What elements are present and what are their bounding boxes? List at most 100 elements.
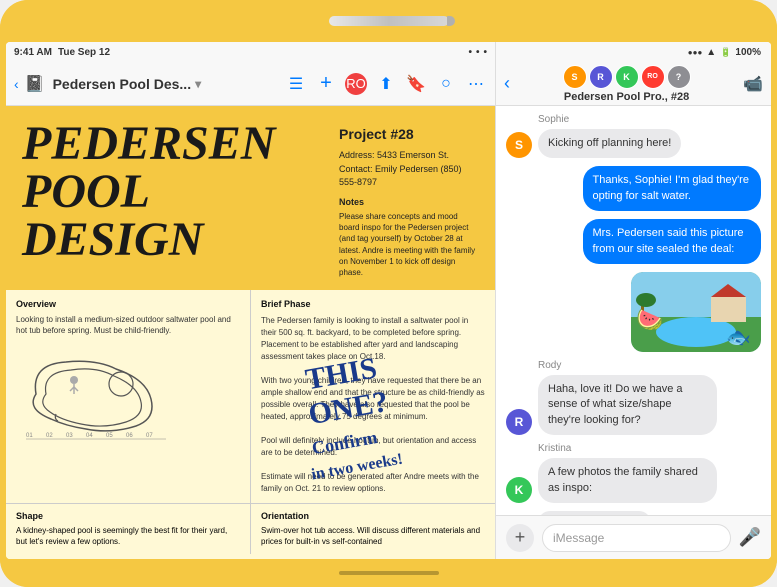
shape-title: Shape [16, 510, 240, 523]
pool-sketch-svg: 01 02 03 04 05 06 07 [16, 344, 176, 444]
notes-back-button[interactable]: ‹ [14, 76, 19, 92]
group-avatars: S R K RO ? [563, 65, 691, 89]
svg-text:01: 01 [26, 433, 33, 439]
more-icon[interactable]: ⋯ [465, 73, 487, 95]
notes-title-chevron[interactable]: ▾ [195, 77, 201, 91]
pool-image: 🍉 🐟 [631, 272, 761, 352]
notes-app: 9:41 AM Tue Sep 12 • • • ‹ 📓 Pedersen Po… [6, 42, 496, 559]
msg-content-image: 🍉 🐟 [631, 272, 761, 352]
msg-content-kristina-1: Kristina A few photos the family shared … [538, 443, 717, 503]
notes-label: Notes [339, 196, 479, 210]
avatar-sophie-msg: S [506, 132, 532, 158]
notes-right-col: Brief Phase The Pedersen family is looki… [251, 290, 495, 503]
shape-text: A kidney-shaped pool is seemingly the be… [16, 525, 240, 547]
video-call-button[interactable]: 📹 [743, 74, 763, 94]
wifi-icon: ▲ [706, 47, 716, 58]
messages-group-name: Pedersen Pool Pro., #28 [564, 91, 689, 103]
messages-back-button[interactable]: ‹ [504, 73, 510, 94]
notes-date: Tue Sep 12 [58, 47, 110, 58]
dot3: • [483, 47, 487, 58]
bottom-bezel [0, 559, 777, 587]
kristina-sender: Kristina [538, 443, 717, 454]
svg-text:🍉: 🍉 [636, 307, 663, 332]
svg-text:04: 04 [86, 433, 93, 439]
share-icon[interactable]: ⬆ [375, 73, 397, 95]
avatar-kristina: K [615, 65, 639, 89]
dots-menu: • • • [468, 47, 487, 58]
message-row-rody: R Rody Haha, love it! Do we have a sense… [506, 360, 761, 435]
svg-text:🐟: 🐟 [726, 327, 751, 349]
notes-body-row: Overview Looking to install a medium-siz… [6, 290, 495, 503]
add-icon[interactable]: + [315, 73, 337, 95]
messages-toolbar-center: S R K RO ? Pedersen Pool Pro., #28 [516, 65, 737, 103]
messages-add-button[interactable]: + [506, 524, 534, 552]
notes-title-text: Pedersen Pool Des... [53, 76, 192, 92]
list-icon[interactable]: ☰ [285, 73, 307, 95]
overview-title: Overview [16, 298, 240, 311]
notes-title: Pedersen Pool Des... ▾ [53, 76, 202, 92]
msg-content-sophie: Sophie Kicking off planning here! [538, 114, 681, 158]
notes-content: PEDERSEN POOL DESIGN Project #28 Address… [6, 106, 495, 559]
orientation-title: Orientation [261, 510, 485, 523]
dot2: • [476, 47, 480, 58]
orientation-section: Orientation Swim-over hot tub access. Wi… [251, 504, 495, 554]
message-row-kristina-1: K Kristina A few photos the family share… [506, 443, 761, 503]
battery-percent: 100% [735, 47, 761, 58]
svg-text:Confirm: Confirm [310, 428, 378, 459]
notes-big-title-container: PEDERSEN POOL DESIGN [22, 120, 329, 278]
msg-content-me-2: Mrs. Pedersen said this picture from our… [583, 219, 762, 264]
screen: 9:41 AM Tue Sep 12 • • • ‹ 📓 Pedersen Po… [6, 42, 771, 559]
my-bubble-2: Mrs. Pedersen said this picture from our… [583, 219, 762, 264]
project-contact: Contact: Emily Pedersen (850) 555-8797 [339, 163, 479, 190]
message-row-me-2: Mrs. Pedersen said this picture from our… [506, 219, 761, 264]
notes-time: 9:41 AM [14, 47, 52, 58]
rody-sender: Rody [538, 360, 717, 371]
messages-status-bar: ●●● ▲ 🔋 100% [496, 42, 771, 62]
kristina-bubble-1: A few photos the family shared as inspo: [538, 458, 717, 503]
rody-bubble: Haha, love it! Do we have a sense of wha… [538, 375, 717, 435]
messages-app: ●●● ▲ 🔋 100% ‹ S R K RO ? [496, 42, 771, 559]
notebook-icon: 📓 [25, 74, 45, 94]
notes-toolbar-left: ‹ 📓 [14, 74, 45, 94]
microphone-button[interactable]: 🎤 [739, 527, 761, 548]
notes-status-bar: 9:41 AM Tue Sep 12 • • • [6, 42, 495, 62]
avatar-kristina-msg: K [506, 477, 532, 503]
svg-text:06: 06 [126, 433, 133, 439]
project-number: Project #28 [339, 124, 479, 145]
avatar-rody: R [589, 65, 613, 89]
notes-project-info: Project #28 Address: 5433 Emerson St. Co… [339, 120, 479, 278]
avatar-extra: ? [667, 65, 691, 89]
svg-text:07: 07 [146, 433, 153, 439]
my-bubble-1: Thanks, Sophie! I'm glad they're opting … [583, 166, 762, 211]
avatar-ro: RO [641, 65, 665, 89]
svg-text:03: 03 [66, 433, 73, 439]
msg-content-rody: Rody Haha, love it! Do we have a sense o… [538, 360, 717, 435]
overview-text: Looking to install a medium-sized outdoo… [16, 314, 240, 336]
notes-big-title: PEDERSEN POOL DESIGN [22, 120, 329, 264]
image-bubble[interactable]: 🍉 🐟 [631, 272, 761, 352]
message-row-image: 🍉 🐟 [506, 272, 761, 352]
ipad-frame: 9:41 AM Tue Sep 12 • • • ‹ 📓 Pedersen Po… [0, 0, 777, 587]
signal-icon: ●●● [688, 48, 703, 57]
add-plus-icon: + [515, 527, 526, 548]
avatar-sophie: S [563, 65, 587, 89]
message-row-sophie: S Sophie Kicking off planning here! [506, 114, 761, 158]
pencil-tip [447, 16, 455, 26]
top-bezel [0, 0, 777, 42]
apple-pencil [329, 16, 449, 26]
notes-toolbar-right: ☰ + RO ⬆ 🔖 ○ ⋯ [285, 73, 487, 95]
handwritten-text: THIS ONE? Confirm in two weeks! [299, 340, 490, 490]
messages-toolbar: ‹ S R K RO ? Pedersen Pool Pro., #28 📹 [496, 62, 771, 106]
imessage-input[interactable]: iMessage [542, 524, 731, 552]
smiley-icon[interactable]: ○ [435, 73, 457, 95]
messages-list: S Sophie Kicking off planning here! Than… [496, 106, 771, 515]
avatar-rody-msg: R [506, 409, 532, 435]
dot1: • [468, 47, 472, 58]
sophie-sender: Sophie [538, 114, 681, 125]
notes-text: Please share concepts and mood board ins… [339, 211, 479, 278]
project-address: Address: 5433 Emerson St. [339, 149, 479, 163]
notes-bottom-section: Shape A kidney-shaped pool is seemingly … [6, 503, 495, 554]
bookmark-icon[interactable]: 🔖 [405, 73, 427, 95]
messages-input-bar: + iMessage 🎤 [496, 515, 771, 559]
shape-section: Shape A kidney-shaped pool is seemingly … [6, 504, 251, 554]
